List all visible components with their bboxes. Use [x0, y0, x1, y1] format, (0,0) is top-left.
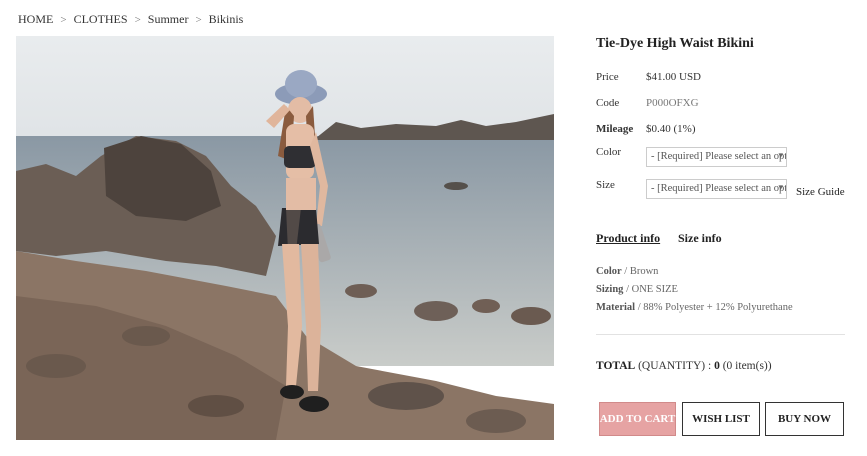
- size-row: Size: [596, 179, 646, 191]
- total-amount: 0: [714, 360, 720, 372]
- price-value: $41.00 USD: [646, 71, 702, 83]
- breadcrumb-clothes[interactable]: CLOTHES: [74, 12, 128, 27]
- code-value: P000OFXG: [646, 97, 699, 109]
- price-label: Price: [596, 71, 619, 83]
- size-select-value: - [Required] Please select an opt: [651, 183, 787, 194]
- mileage-row: Mileage $0.40 (1%): [596, 123, 696, 135]
- detail-sizing-label: Sizing: [596, 284, 624, 295]
- size-guide-link[interactable]: Size Guide: [796, 186, 845, 198]
- divider: [596, 334, 845, 335]
- breadcrumb-summer[interactable]: Summer: [148, 12, 189, 27]
- price-row: Price $41.00 USD: [596, 71, 701, 83]
- breadcrumb-separator: >: [60, 13, 67, 26]
- tab-size-info[interactable]: Size info: [678, 231, 722, 246]
- chevron-down-icon: ▾: [778, 150, 783, 160]
- product-image[interactable]: [16, 36, 554, 440]
- total-label: TOTAL: [596, 360, 636, 372]
- detail-sizing-value: / ONE SIZE: [626, 284, 678, 295]
- color-row: Color: [596, 146, 646, 158]
- wish-list-button[interactable]: WISH LIST: [682, 402, 760, 436]
- detail-color-label: Color: [596, 266, 622, 277]
- breadcrumb: HOME > CLOTHES > Summer > Bikinis: [18, 12, 243, 27]
- chevron-down-icon: ▾: [778, 182, 783, 192]
- color-label: Color: [596, 146, 622, 158]
- size-select[interactable]: - [Required] Please select an opt ▾: [646, 179, 787, 199]
- size-label: Size: [596, 179, 615, 191]
- color-select[interactable]: - [Required] Please select an opt ▾: [646, 147, 787, 167]
- detail-material-value: / 88% Polyester + 12% Polyurethane: [637, 302, 793, 313]
- code-row: Code P000OFXG: [596, 97, 699, 109]
- mileage-label: Mileage: [596, 123, 634, 135]
- breadcrumb-bikinis[interactable]: Bikinis: [209, 12, 244, 27]
- detail-color: Color / Brown: [596, 266, 658, 277]
- code-label: Code: [596, 97, 620, 109]
- detail-sizing: Sizing / ONE SIZE: [596, 284, 678, 295]
- color-select-value: - [Required] Please select an opt: [651, 151, 787, 162]
- add-to-cart-button[interactable]: ADD TO CART: [599, 402, 676, 436]
- product-title: Tie-Dye High Waist Bikini: [596, 36, 754, 51]
- mileage-value: $0.40 (1%): [646, 123, 696, 135]
- detail-color-value: / Brown: [624, 266, 659, 277]
- total-quantity-label: (QUANTITY) :: [638, 360, 712, 372]
- detail-material: Material / 88% Polyester + 12% Polyureth…: [596, 302, 793, 313]
- total-summary: TOTAL (QUANTITY) : 0 (0 item(s)): [596, 360, 772, 372]
- breadcrumb-home[interactable]: HOME: [18, 12, 53, 27]
- buy-now-button[interactable]: BUY NOW: [765, 402, 844, 436]
- tab-product-info[interactable]: Product info: [596, 231, 660, 246]
- breadcrumb-separator: >: [134, 13, 141, 26]
- detail-material-label: Material: [596, 302, 636, 313]
- breadcrumb-separator: >: [195, 13, 202, 26]
- total-items: (0 item(s)): [722, 360, 772, 372]
